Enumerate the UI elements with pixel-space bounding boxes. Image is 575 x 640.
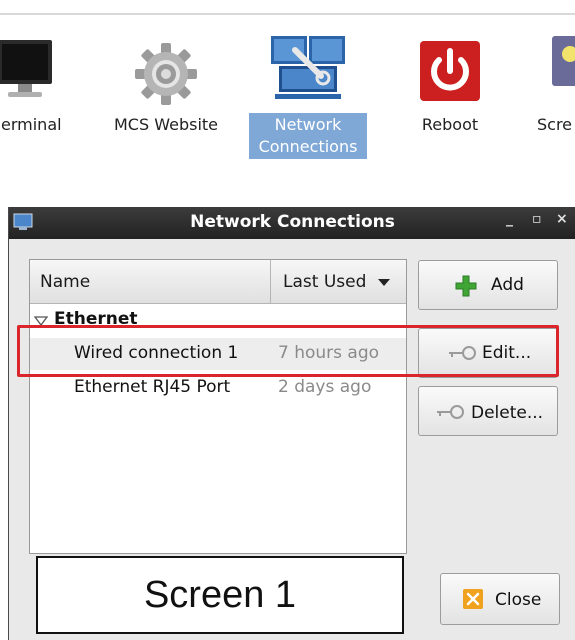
launcher-label-reboot: Reboot bbox=[421, 115, 479, 134]
plus-icon bbox=[455, 275, 477, 297]
window-title: Network Connections bbox=[190, 212, 395, 232]
launcher-divider bbox=[0, 13, 575, 15]
delete-button[interactable]: Delete... bbox=[418, 386, 558, 436]
network-icon bbox=[271, 36, 345, 99]
minimize-button[interactable]: _ bbox=[506, 211, 513, 227]
launcher-item-terminal[interactable]: erminal bbox=[0, 28, 78, 134]
connections-list[interactable]: Name Last Used Ethernet Wired connection… bbox=[29, 259, 407, 554]
key-icon bbox=[437, 405, 464, 419]
network-connections-window: Network Connections _ ▫ × Name Last Used… bbox=[8, 207, 575, 640]
connection-name: Ethernet RJ45 Port bbox=[74, 377, 231, 397]
close-window-button[interactable]: × bbox=[556, 211, 568, 227]
close-x-icon bbox=[463, 589, 483, 609]
launcher-label-mcs-website: MCS Website bbox=[114, 115, 218, 134]
launcher-label-line1: Network bbox=[274, 115, 342, 134]
column-header-last-used[interactable]: Last Used bbox=[283, 260, 366, 304]
launcher-label-terminal: erminal bbox=[1, 115, 62, 134]
launcher-item-mcs-website[interactable]: MCS Website bbox=[104, 28, 228, 134]
app-launcher: erminal MCS Website Network Connections … bbox=[0, 0, 575, 207]
launcher-item-reboot[interactable]: Reboot bbox=[400, 28, 500, 134]
power-icon bbox=[420, 41, 480, 101]
close-button-label: Close bbox=[495, 590, 542, 610]
launcher-item-screen[interactable]: Scre bbox=[532, 28, 575, 134]
column-separator bbox=[270, 260, 271, 304]
launcher-label-screen: Scre bbox=[537, 115, 573, 134]
column-header-name[interactable]: Name bbox=[40, 260, 90, 304]
close-button[interactable]: Close bbox=[440, 573, 560, 625]
launcher-label-network-connections: Network Connections bbox=[249, 113, 367, 159]
screen-caption: Screen 1 bbox=[36, 556, 404, 634]
window-titlebar[interactable]: Network Connections _ ▫ × bbox=[9, 207, 575, 239]
sort-down-icon bbox=[378, 279, 390, 286]
maximize-button[interactable]: ▫ bbox=[532, 211, 542, 227]
launcher-label-line2: Connections bbox=[258, 137, 358, 156]
list-header: Name Last Used bbox=[30, 260, 406, 304]
add-button[interactable]: Add bbox=[418, 260, 558, 310]
edit-highlight-box bbox=[17, 325, 559, 377]
delete-button-label: Delete... bbox=[471, 403, 544, 423]
terminal-icon bbox=[0, 40, 52, 97]
launcher-item-network-connections[interactable]: Network Connections bbox=[248, 28, 368, 159]
add-button-label: Add bbox=[491, 275, 524, 295]
connection-last-used: 2 days ago bbox=[278, 377, 372, 397]
screen-icon bbox=[552, 36, 575, 86]
gear-icon bbox=[135, 43, 197, 105]
